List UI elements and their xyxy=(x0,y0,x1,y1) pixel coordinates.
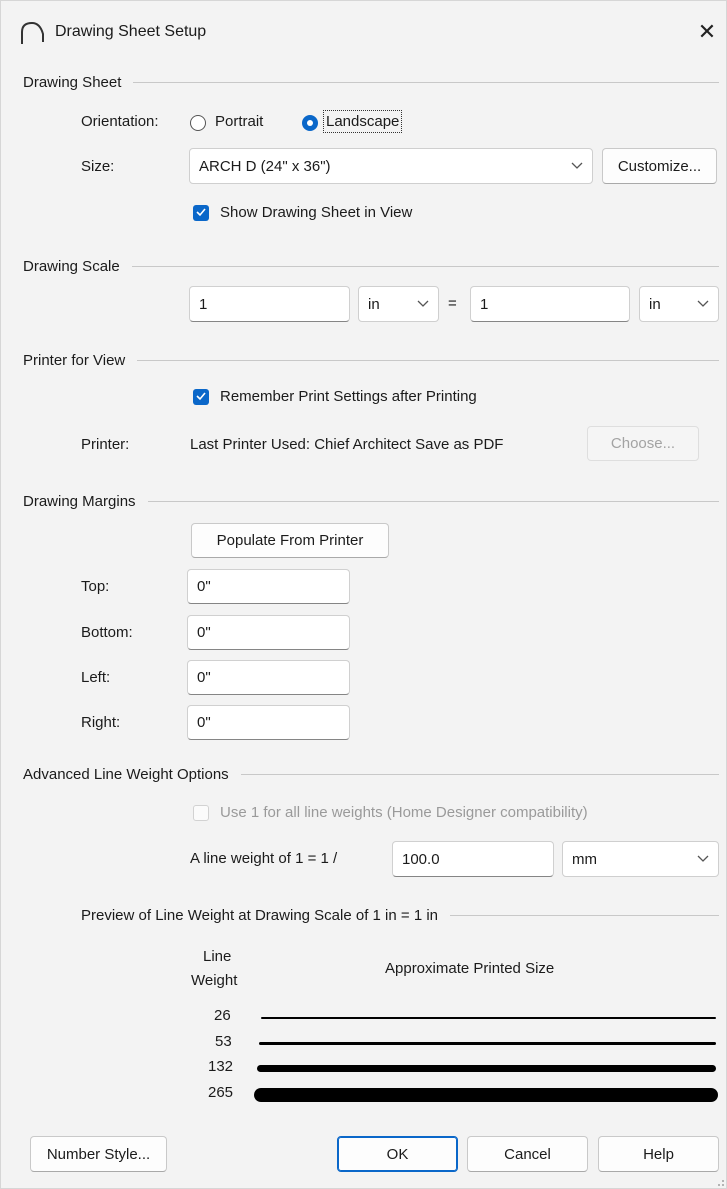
show-sheet-checkbox[interactable] xyxy=(193,205,209,221)
divider xyxy=(147,501,719,502)
window-title: Drawing Sheet Setup xyxy=(55,23,207,40)
weight-265-label: 265 xyxy=(208,1084,234,1101)
portrait-label[interactable]: Portrait xyxy=(215,113,263,130)
line-weight-132-sample xyxy=(257,1065,716,1072)
size-value: ARCH D (24" x 36") xyxy=(199,157,331,175)
show-sheet-label[interactable]: Show Drawing Sheet in View xyxy=(220,204,412,221)
customize-button[interactable]: Customize... xyxy=(602,148,717,184)
line-weight-53-sample xyxy=(259,1042,716,1045)
chevron-down-icon xyxy=(697,855,709,862)
populate-from-printer-button[interactable]: Populate From Printer xyxy=(191,523,389,558)
chief-architect-arch-icon xyxy=(21,21,44,44)
checkmark-icon xyxy=(196,208,206,217)
col-size-label: Approximate Printed Size xyxy=(385,960,555,977)
number-style-button[interactable]: Number Style... xyxy=(30,1136,167,1172)
drawing-sheet-group: Drawing Sheet xyxy=(23,74,719,91)
printer-label: Printer: xyxy=(81,436,130,453)
top-margin-label: Top: xyxy=(81,578,110,595)
col-weight-label: Weight xyxy=(191,972,238,989)
divider xyxy=(131,266,719,267)
drawing-sheet-heading: Drawing Sheet xyxy=(23,74,122,91)
printer-group: Printer for View xyxy=(23,352,719,369)
remember-settings-label[interactable]: Remember Print Settings after Printing xyxy=(220,388,477,405)
use-1-checkbox[interactable] xyxy=(193,805,209,821)
right-margin-label: Right: xyxy=(81,714,121,731)
left-margin-input[interactable]: 0" xyxy=(187,660,350,695)
line-weight-26-sample xyxy=(261,1017,716,1019)
weight-53-label: 53 xyxy=(215,1033,232,1050)
use-1-label[interactable]: Use 1 for all line weights (Home Designe… xyxy=(220,804,588,821)
divider xyxy=(450,915,719,916)
drawing-scale-group: Drawing Scale xyxy=(23,258,719,275)
scale-left-unit-value: in xyxy=(368,295,380,313)
equals-sign: = xyxy=(448,295,457,312)
scale-right-unit-value: in xyxy=(649,295,661,313)
preview-group: Preview of Line Weight at Drawing Scale … xyxy=(81,907,719,924)
size-select[interactable]: ARCH D (24" x 36") xyxy=(189,148,593,184)
line-weight-group: Advanced Line Weight Options xyxy=(23,766,719,783)
weight-26-label: 26 xyxy=(214,1007,231,1024)
divider xyxy=(137,360,719,361)
scale-right-unit-select[interactable]: in xyxy=(639,286,719,322)
divider xyxy=(240,774,719,775)
bottom-margin-input[interactable]: 0" xyxy=(187,615,350,650)
bottom-margin-label: Bottom: xyxy=(81,624,133,641)
scale-right-input[interactable]: 1 xyxy=(470,286,630,322)
printer-heading: Printer for View xyxy=(23,352,126,369)
right-margin-input[interactable]: 0" xyxy=(187,705,350,740)
checkmark-icon xyxy=(196,392,206,401)
close-button[interactable]: ✕ xyxy=(695,18,719,46)
ratio-unit-select[interactable]: mm xyxy=(562,841,719,877)
remember-settings-checkbox[interactable] xyxy=(193,389,209,405)
landscape-radio[interactable] xyxy=(302,115,318,131)
weight-132-label: 132 xyxy=(208,1058,234,1075)
margins-heading: Drawing Margins xyxy=(23,493,136,510)
ratio-label: A line weight of 1 = 1 / xyxy=(190,850,338,867)
help-button[interactable]: Help xyxy=(598,1136,719,1172)
size-label: Size: xyxy=(81,158,115,175)
ratio-input[interactable]: 100.0 xyxy=(392,841,554,877)
divider xyxy=(133,82,719,83)
printer-value: Last Printer Used: Chief Architect Save … xyxy=(190,436,504,453)
chevron-down-icon xyxy=(571,162,583,169)
line-weight-heading: Advanced Line Weight Options xyxy=(23,766,229,783)
resize-grip-icon[interactable] xyxy=(713,1175,725,1187)
chevron-down-icon xyxy=(697,300,709,307)
margins-group: Drawing Margins xyxy=(23,493,719,510)
landscape-label[interactable]: Landscape xyxy=(323,110,403,133)
ok-button[interactable]: OK xyxy=(337,1136,458,1172)
drawing-sheet-setup-dialog: Drawing Sheet Setup ✕ Drawing Sheet Orie… xyxy=(0,0,727,1189)
col-line-label: Line xyxy=(203,948,232,965)
orientation-label: Orientation: xyxy=(81,113,159,130)
preview-heading: Preview of Line Weight at Drawing Scale … xyxy=(81,907,438,924)
portrait-radio[interactable] xyxy=(190,115,206,131)
choose-printer-button[interactable]: Choose... xyxy=(587,426,699,461)
cancel-button[interactable]: Cancel xyxy=(467,1136,588,1172)
chevron-down-icon xyxy=(417,300,429,307)
left-margin-label: Left: xyxy=(81,669,111,686)
scale-left-input[interactable]: 1 xyxy=(189,286,350,322)
line-weight-265-sample xyxy=(254,1088,718,1102)
top-margin-input[interactable]: 0" xyxy=(187,569,350,604)
drawing-scale-heading: Drawing Scale xyxy=(23,258,120,275)
scale-left-unit-select[interactable]: in xyxy=(358,286,439,322)
ratio-unit-value: mm xyxy=(572,850,597,868)
